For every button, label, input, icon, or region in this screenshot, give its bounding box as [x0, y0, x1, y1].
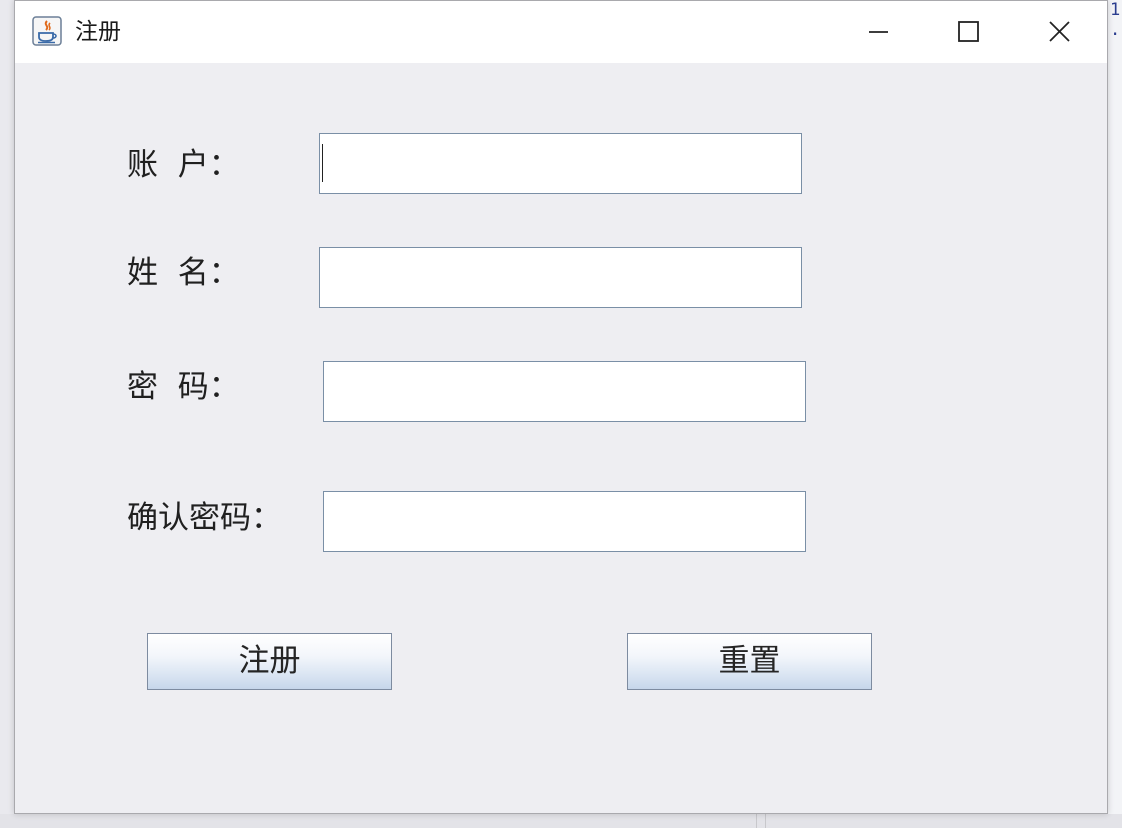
background-bottom-bar [0, 814, 1122, 828]
account-input[interactable] [319, 133, 802, 194]
background-code-glyph: . [1110, 20, 1121, 40]
close-button[interactable] [1013, 1, 1107, 63]
name-input[interactable] [319, 247, 802, 308]
text-caret [322, 144, 323, 182]
maximize-button[interactable] [923, 1, 1013, 63]
background-code-glyph: 1 [1110, 0, 1121, 20]
minimize-button[interactable] [833, 1, 923, 63]
confirm-password-input[interactable] [323, 491, 806, 552]
close-icon [1049, 21, 1070, 42]
background-splitter-handle[interactable] [756, 814, 766, 828]
window-title: 注册 [75, 19, 121, 45]
register-window: 注册 账 户： 姓 名： 密 码： 确认密码： 注册 重置 [14, 0, 1108, 814]
reset-button[interactable]: 重置 [627, 633, 872, 690]
password-input[interactable] [323, 361, 806, 422]
minimize-icon [869, 31, 888, 33]
background-editor-strip [1108, 0, 1122, 828]
confirm-password-label: 确认密码： [127, 500, 282, 536]
title-bar[interactable]: 注册 [15, 1, 1107, 63]
password-label: 密 码： [127, 369, 240, 405]
register-button[interactable]: 注册 [147, 633, 392, 690]
name-label: 姓 名： [127, 255, 240, 291]
java-coffee-icon [32, 16, 62, 46]
account-label: 账 户： [127, 147, 240, 183]
maximize-icon [958, 21, 979, 42]
